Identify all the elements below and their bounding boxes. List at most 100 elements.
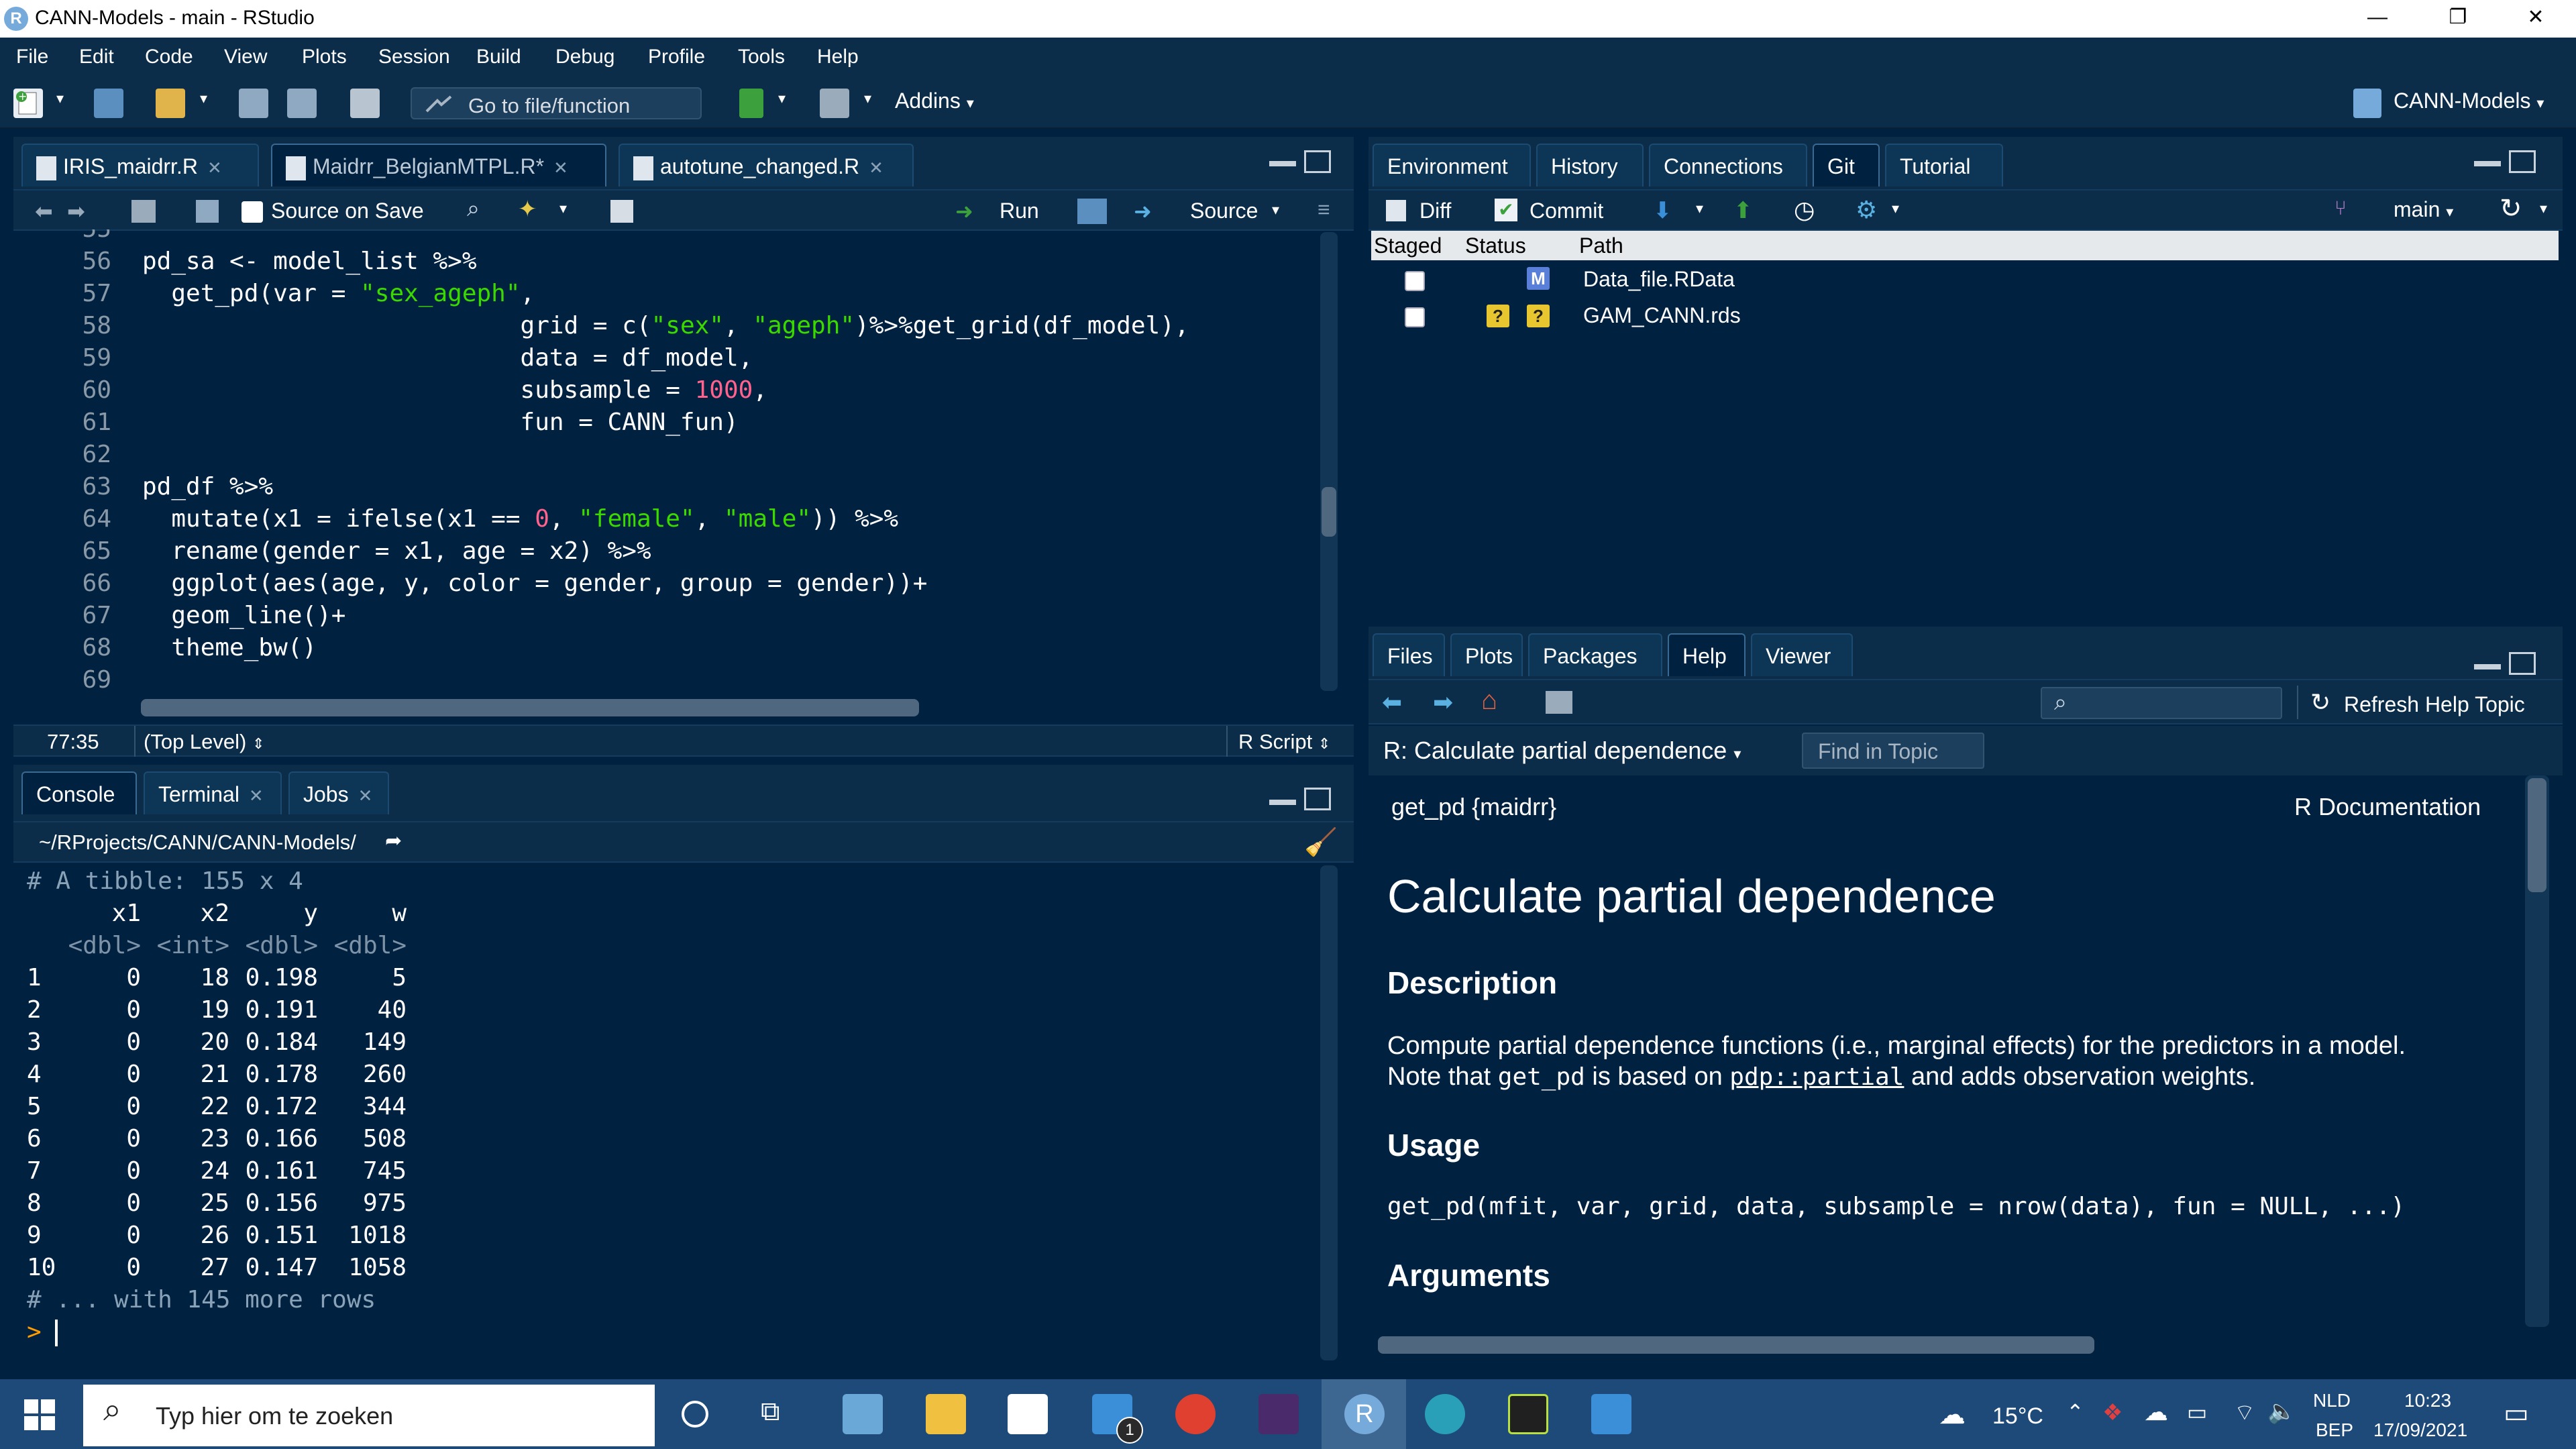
menu-edit[interactable]: Edit — [79, 46, 114, 68]
show-in-window-icon[interactable] — [1546, 691, 1572, 714]
temperature[interactable]: 15°C — [1992, 1403, 2043, 1430]
minimize-pane-icon[interactable] — [2474, 161, 2501, 166]
menu-debug[interactable]: Debug — [555, 46, 614, 68]
push-icon[interactable]: ⬆ — [1733, 197, 1753, 224]
tab-jobs[interactable]: Jobs ✕ — [288, 771, 389, 814]
staged-checkbox[interactable] — [1405, 307, 1425, 327]
pycharm-icon[interactable] — [1508, 1394, 1548, 1434]
image-viewer-icon[interactable] — [1591, 1394, 1631, 1434]
restore-button[interactable]: ❐ — [2418, 0, 2498, 38]
text-cursor[interactable] — [54, 1320, 58, 1346]
maximize-pane-icon[interactable] — [2509, 652, 2536, 675]
project-menu[interactable]: CANN-Models ▾ — [2394, 89, 2544, 113]
menu-code[interactable]: Code — [145, 46, 193, 68]
tab-environment[interactable]: Environment — [1373, 144, 1531, 186]
close-icon[interactable]: ✕ — [553, 158, 568, 178]
branch-selector[interactable]: main ▾ — [2394, 197, 2453, 222]
menu-file[interactable]: File — [16, 46, 48, 68]
tab-help[interactable]: Help — [1668, 633, 1746, 676]
forward-arrow-icon[interactable]: ➡ — [67, 199, 85, 224]
save-icon[interactable] — [196, 200, 219, 223]
cortana-icon[interactable] — [682, 1401, 708, 1428]
store-icon[interactable] — [1008, 1394, 1048, 1434]
code-line[interactable]: geom_line()+ — [142, 600, 345, 632]
gear-icon[interactable]: ⚙ — [1856, 196, 1877, 224]
compile-report-icon[interactable] — [610, 200, 633, 223]
menu-session[interactable]: Session — [378, 46, 450, 68]
source-button[interactable]: ➜ Source ▾ — [1134, 196, 1288, 227]
chevron-down-icon[interactable]: ▾ — [778, 90, 786, 107]
tab-autotune-changed[interactable]: autotune_changed.R ✕ — [619, 144, 914, 186]
goto-file-input[interactable]: Go to file/function — [411, 87, 702, 119]
edge-icon[interactable] — [1425, 1394, 1465, 1434]
texstudio-icon[interactable] — [1258, 1394, 1299, 1434]
find-in-topic-input[interactable]: Find in Topic — [1802, 733, 1984, 769]
tab-files[interactable]: Files — [1373, 633, 1445, 676]
tab-terminal[interactable]: Terminal ✕ — [144, 771, 282, 814]
open-file-icon[interactable] — [156, 89, 185, 118]
photos-app-icon[interactable] — [843, 1394, 883, 1434]
code-editor[interactable]: 55 56 pd_sa <- model_list %>% 57 get_pd(var… — [17, 229, 1316, 692]
minimize-pane-icon[interactable] — [2474, 664, 2501, 669]
close-icon[interactable]: ✕ — [358, 786, 373, 806]
tab-packages[interactable]: Packages — [1528, 633, 1662, 676]
minimize-pane-icon[interactable] — [1269, 800, 1296, 805]
save-all-icon[interactable] — [287, 89, 317, 118]
console-scrollbar[interactable] — [1320, 865, 1338, 1360]
menu-tools[interactable]: Tools — [738, 46, 785, 68]
code-line[interactable]: subsample = 1000, — [142, 374, 767, 407]
workspace-panes-icon[interactable] — [820, 89, 849, 118]
chevron-down-icon[interactable]: ▾ — [559, 200, 567, 217]
code-line[interactable]: grid = c("sex", "ageph")%>%get_grid(df_m… — [142, 310, 1189, 342]
tab-git[interactable]: Git — [1813, 144, 1880, 186]
code-line[interactable]: pd_df %>% — [142, 471, 273, 503]
code-line[interactable]: mutate(x1 = ifelse(x1 == 0, "female", "m… — [142, 503, 898, 535]
minimize-button[interactable]: — — [2337, 0, 2418, 38]
table-row[interactable]: ? ? GAM_CANN.rds — [1368, 297, 2563, 333]
scrollbar-thumb[interactable] — [1322, 487, 1336, 537]
rstudio-taskbar-item[interactable]: R — [1322, 1379, 1406, 1449]
status-header[interactable]: Status — [1465, 233, 1526, 258]
project-icon[interactable] — [2353, 89, 2381, 118]
back-arrow-icon[interactable]: ⬅ — [1382, 688, 1402, 716]
code-line[interactable]: rename(gender = x1, age = x2) %>% — [142, 535, 651, 568]
clear-console-icon[interactable]: 🧹 — [1304, 826, 1338, 858]
chevron-down-icon[interactable]: ▾ — [200, 90, 207, 107]
minimize-pane-icon[interactable] — [1269, 161, 1296, 166]
file-explorer-icon[interactable] — [926, 1394, 966, 1434]
close-icon[interactable]: ✕ — [207, 158, 222, 178]
path-header[interactable]: Path — [1579, 233, 1623, 258]
editor-horizontal-scrollbar[interactable] — [13, 692, 1320, 724]
code-line[interactable]: get_pd(var = "sex_ageph", — [142, 278, 535, 310]
commit-button[interactable]: ✔ Commit — [1495, 196, 1629, 227]
weather-icon[interactable]: ☁ — [1939, 1399, 1966, 1430]
close-icon[interactable]: ✕ — [869, 158, 883, 178]
scrollbar-thumb[interactable] — [2528, 778, 2546, 892]
menu-build[interactable]: Build — [476, 46, 521, 68]
help-search-input[interactable]: ⌕ — [2041, 687, 2282, 719]
console-output[interactable]: # A tibble: 155 x 4 x1 x2 y w <dbl> <int> <dbl>… — [27, 865, 1315, 1348]
table-row[interactable]: M Data_file.RData — [1368, 260, 2563, 297]
chevron-down-icon[interactable]: ▾ — [1892, 200, 1899, 217]
battery-icon[interactable]: ▭ — [2187, 1399, 2207, 1425]
home-icon[interactable]: ⌂ — [1481, 686, 1497, 716]
refresh-icon[interactable]: ↻ — [2500, 193, 2522, 224]
windows-start-icon[interactable] — [24, 1399, 55, 1430]
history-clock-icon[interactable]: ◷ — [1794, 196, 1815, 224]
scope-selector[interactable]: (Top Level) ⇕ — [144, 730, 264, 754]
chevron-up-icon[interactable]: ⌃ — [2066, 1399, 2084, 1425]
code-line[interactable]: theme_bw() — [142, 632, 317, 664]
notifications-icon[interactable]: ▭ — [2504, 1398, 2529, 1429]
outline-icon[interactable]: ≡ — [1318, 197, 1330, 222]
git-icon[interactable] — [739, 89, 763, 118]
staged-header[interactable]: Staged — [1374, 233, 1442, 258]
search-icon[interactable]: ⌕ — [467, 196, 480, 222]
maximize-pane-icon[interactable] — [1304, 150, 1331, 173]
tray-app-icon[interactable]: ❖ — [2102, 1399, 2123, 1426]
close-icon[interactable]: ✕ — [249, 786, 264, 806]
branch-icon[interactable]: ⑂ — [2334, 197, 2347, 220]
chevron-down-icon[interactable]: ▾ — [56, 90, 64, 107]
tab-iris-maidrr[interactable]: IRIS_maidrr.R ✕ — [21, 144, 259, 186]
forward-arrow-icon[interactable]: ➡ — [1433, 688, 1453, 716]
tab-viewer[interactable]: Viewer — [1751, 633, 1853, 676]
